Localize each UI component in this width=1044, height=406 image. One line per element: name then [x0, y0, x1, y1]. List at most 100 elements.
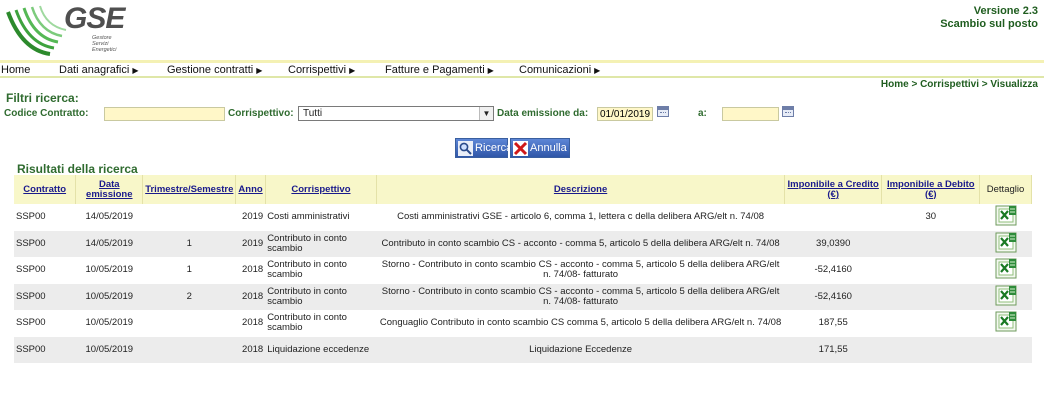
menu-item-label: Corrispettivi: [288, 64, 347, 76]
cell-corrispettivo: Contributo in conto scambio: [265, 230, 377, 257]
codice-contratto-input[interactable]: [104, 107, 225, 121]
breadcrumb: Home > Corrispettivi > Visualizza: [880, 79, 1038, 90]
calendar-icon[interactable]: [657, 106, 669, 117]
cell-trimestre: [142, 310, 236, 337]
menu-item-label: Gestione contratti: [167, 64, 254, 76]
corrispettivo-selected-value: Tutti: [303, 108, 323, 119]
cell-contratto: SSP00: [14, 257, 76, 284]
cell-imponibile-credito: 171,55: [784, 336, 882, 363]
cell-imponibile-debito: [881, 230, 980, 257]
menu-item-label: Dati anagrafici: [59, 64, 130, 76]
search-button[interactable]: Ricerca: [455, 138, 512, 158]
cell-contratto: SSP00: [14, 283, 76, 310]
cell-imponibile-debito: [881, 283, 980, 310]
cell-imponibile-credito: -52,4160: [784, 257, 882, 284]
excel-export-icon[interactable]: [995, 285, 1017, 306]
chevron-down-icon[interactable]: ▼: [479, 107, 493, 120]
table-row: SSP00 14/05/2019 1 2019 Contributo in conto …: [14, 230, 1032, 257]
version-label: Versione 2.3: [973, 5, 1038, 17]
cell-imponibile-debito: [881, 310, 980, 337]
data-emissione-a-input[interactable]: [722, 107, 779, 121]
menu-item-label: Home: [1, 64, 31, 76]
cell-corrispettivo: Costi amministrativi: [265, 204, 377, 231]
table-row: SSP00 10/05/2019 2018 Liquidazione eccedenz…: [14, 336, 1032, 363]
column-header-data-emissione[interactable]: Data emissione: [75, 175, 144, 204]
corrispettivo-select[interactable]: Tutti ▼: [298, 106, 494, 121]
cell-corrispettivo: Contributo in conto scambio: [265, 283, 377, 310]
excel-export-icon[interactable]: [995, 311, 1017, 332]
close-icon: [513, 141, 528, 156]
menu-item-dati-anagrafici[interactable]: Dati anagrafici ▶: [59, 64, 138, 76]
codice-contratto-label: Codice Contratto:: [4, 108, 89, 119]
cancel-button[interactable]: Annulla: [510, 138, 570, 158]
cell-imponibile-credito: [784, 204, 882, 231]
cell-data-emissione: 14/05/2019: [75, 230, 143, 257]
calendar-icon[interactable]: [782, 106, 794, 117]
column-header-contratto[interactable]: Contratto: [14, 175, 77, 204]
version-info: Versione 2.3 Scambio sul posto: [940, 5, 1038, 31]
corrispettivo-label: Corrispettivo:: [228, 108, 294, 119]
table-header-row: Contratto Data emissione Trimestre/Semes…: [14, 175, 1032, 204]
cell-imponibile-credito: 187,55: [784, 310, 882, 337]
column-header-trimestre[interactable]: Trimestre/Semestre: [142, 175, 237, 204]
cell-anno: 2018: [235, 257, 266, 284]
excel-export-icon[interactable]: [995, 258, 1017, 279]
cell-data-emissione: 10/05/2019: [75, 283, 143, 310]
column-header-anno[interactable]: Anno: [235, 175, 266, 204]
logo-subtitle: Gestore Servizi Energetici: [92, 35, 116, 53]
table-row: SSP00 14/05/2019 2019 Costi amministrativi C…: [14, 204, 1032, 231]
cell-trimestre: [142, 204, 236, 231]
table-row: SSP00 10/05/2019 2 2018 Contributo in conto …: [14, 283, 1032, 310]
app-subtitle: Scambio sul posto: [940, 18, 1038, 30]
cell-descrizione: Costi amministrativi GSE - articolo 6, c…: [376, 204, 785, 231]
table-row: SSP00 10/05/2019 2018 Contributo in conto s…: [14, 310, 1032, 337]
menu-item-corrispettivi[interactable]: Corrispettivi ▶: [288, 64, 355, 76]
column-header-imponibile-credito[interactable]: Imponibile a Credito (€): [784, 175, 883, 204]
main-menu: Home Dati anagrafici ▶ Gestione contratti…: [0, 63, 1044, 78]
cell-trimestre: 1: [142, 257, 236, 284]
cell-imponibile-credito: -52,4160: [784, 283, 882, 310]
cell-imponibile-debito: [881, 257, 980, 284]
page-header: GSE Gestore Servizi Energetici Versione …: [0, 0, 1044, 62]
menu-item-home[interactable]: Home: [1, 64, 30, 76]
data-emissione-da-input[interactable]: [597, 107, 653, 121]
cell-contratto: SSP00: [14, 310, 76, 337]
column-header-corrispettivo[interactable]: Corrispettivo: [265, 175, 378, 204]
cell-dettaglio: [979, 230, 1032, 257]
menu-item-comunicazioni[interactable]: Comunicazioni ▶: [519, 64, 600, 76]
cell-imponibile-debito: [881, 336, 980, 363]
cell-data-emissione: 10/05/2019: [75, 257, 143, 284]
cell-descrizione: Liquidazione Eccedenze: [376, 336, 785, 363]
cell-anno: 2019: [235, 204, 266, 231]
submenu-arrow-icon: ▶: [487, 66, 494, 75]
cell-dettaglio: [979, 336, 1032, 363]
cell-anno: 2018: [235, 336, 266, 363]
cell-anno: 2019: [235, 230, 266, 257]
results-table: Contratto Data emissione Trimestre/Semes…: [14, 175, 1032, 363]
submenu-arrow-icon: ▶: [349, 66, 356, 75]
menu-item-fatture-pagamenti[interactable]: Fatture e Pagamenti ▶: [385, 64, 494, 76]
column-header-imponibile-debito[interactable]: Imponibile a Debito (€): [881, 175, 981, 204]
cell-corrispettivo: Liquidazione eccedenze: [265, 336, 377, 363]
column-header-descrizione[interactable]: Descrizione: [376, 175, 785, 204]
cell-contratto: SSP00: [14, 336, 76, 363]
excel-export-icon[interactable]: [995, 205, 1017, 226]
excel-export-icon[interactable]: [995, 232, 1017, 253]
table-row: SSP00 10/05/2019 1 2018 Contributo in conto …: [14, 257, 1032, 284]
cell-data-emissione: 10/05/2019: [75, 336, 143, 363]
results-title: Risultati della ricerca: [17, 162, 138, 176]
cell-dettaglio: [979, 283, 1032, 310]
logo-sub-line: Energetici: [92, 47, 117, 53]
cell-imponibile-credito: 39,0390: [784, 230, 882, 257]
data-emissione-a-label: a:: [698, 108, 707, 119]
search-button-label: Ricerca: [475, 142, 513, 154]
gse-logo[interactable]: GSE Gestore Servizi Energetici: [4, 2, 125, 58]
cell-dettaglio: [979, 310, 1032, 337]
cell-descrizione: Storno - Contributo in conto scambio CS …: [376, 283, 785, 310]
cell-dettaglio: [979, 257, 1032, 284]
column-header-dettaglio: Dettaglio: [979, 175, 1032, 204]
cell-anno: 2018: [235, 283, 266, 310]
menu-item-gestione-contratti[interactable]: Gestione contratti ▶: [167, 64, 262, 76]
cell-trimestre: 2: [142, 283, 236, 310]
cell-corrispettivo: Contributo in conto scambio: [265, 310, 377, 337]
